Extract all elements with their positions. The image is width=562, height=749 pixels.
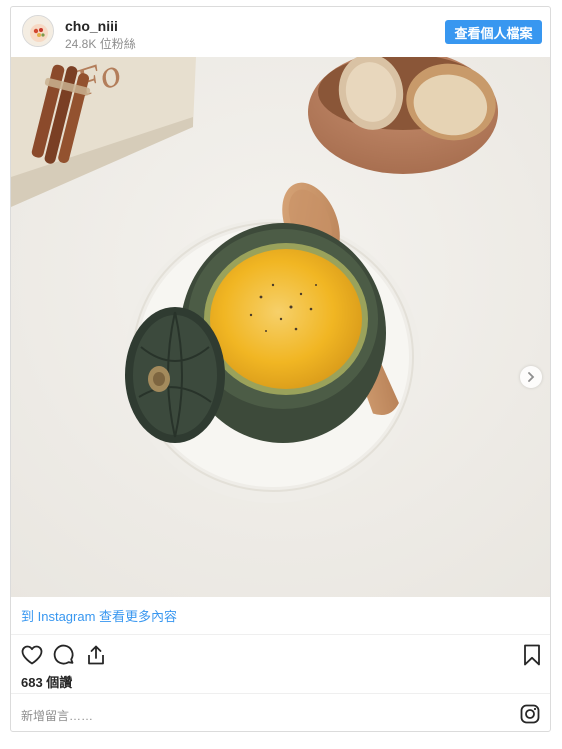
avatar[interactable] — [22, 15, 54, 47]
comment-icon[interactable] — [52, 643, 76, 667]
post-photo[interactable]: Fo — [11, 57, 550, 597]
view-profile-button[interactable]: 查看個人檔案 — [445, 20, 542, 44]
bookmark-icon[interactable] — [520, 643, 544, 667]
view-more-on-instagram-link[interactable]: 到 Instagram 查看更多內容 — [11, 597, 550, 635]
post-header: cho_niii 24.8K 位粉絲 查看個人檔案 — [11, 7, 550, 57]
instagram-embed-card: cho_niii 24.8K 位粉絲 查看個人檔案 Fo 到 Instagram… — [10, 6, 551, 732]
food-photo-image: Fo — [11, 57, 550, 597]
share-icon[interactable] — [84, 643, 108, 667]
action-bar — [11, 635, 550, 675]
add-comment-input[interactable]: 新增留言…… — [21, 707, 93, 724]
chevron-right-icon — [528, 372, 535, 382]
instagram-icon[interactable] — [520, 704, 540, 724]
username[interactable]: cho_niii — [65, 18, 118, 34]
heart-icon[interactable] — [20, 643, 44, 667]
avatar-image — [23, 16, 53, 46]
follower-count: 24.8K 位粉絲 — [65, 37, 136, 51]
comment-bar: 新增留言…… — [11, 693, 550, 731]
next-photo-button[interactable] — [520, 366, 542, 388]
like-count: 683 個讚 — [21, 675, 73, 690]
